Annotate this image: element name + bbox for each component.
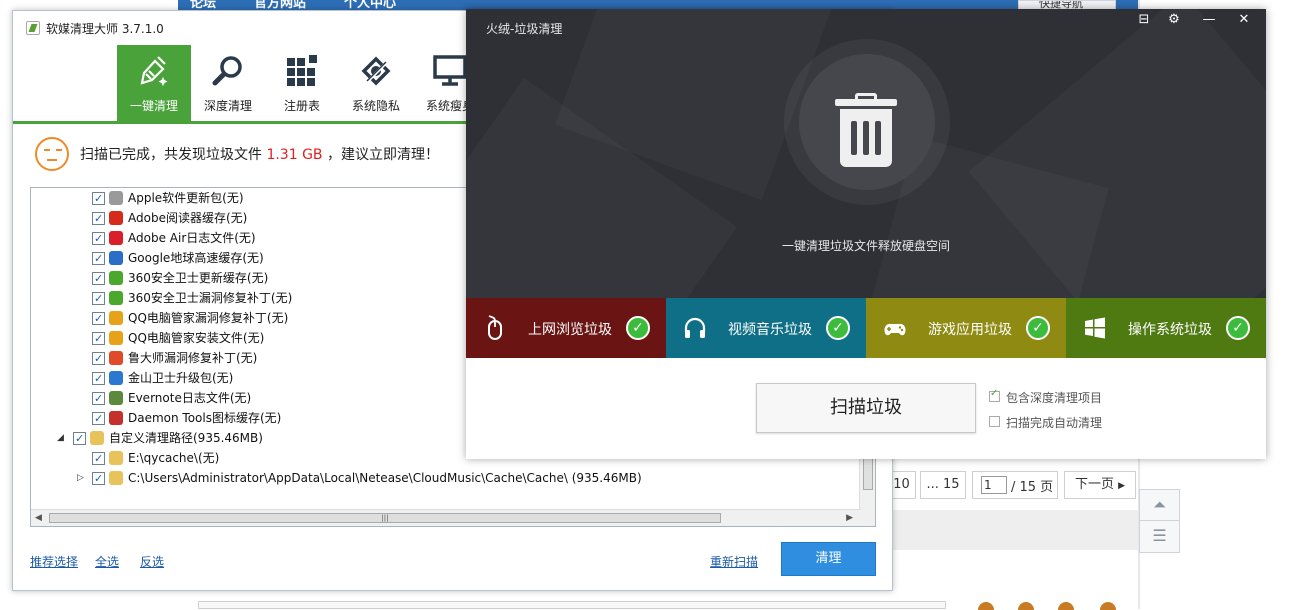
checkbox[interactable] [92,369,105,389]
mouse-icon [488,315,502,340]
next-page-button[interactable]: 下一页 ▶ [1064,471,1136,499]
bottom-toolbar [198,601,946,609]
clean-button[interactable]: 清理 [781,542,876,576]
scroll-left-icon[interactable]: ◀ [35,513,42,523]
daemon-tools-icon [109,411,123,425]
scrollbar-thumb[interactable] [863,458,873,490]
check-circle-icon: ✓ [1226,316,1250,340]
feedback-icon[interactable]: ⊟ [1136,12,1152,27]
360-icon [109,291,123,305]
horizontal-scrollbar[interactable]: ◀ ||| ▶ [31,509,861,526]
checkbox[interactable] [92,249,105,269]
checkbox[interactable] [92,309,105,329]
neutral-face-icon [35,137,69,171]
recommend-select-link[interactable]: 推荐选择 [30,553,78,570]
monitor-icon [433,55,467,86]
huorong-cleaner-window: 火绒-垃圾清理 ⊟ ⚙ — ✕ 一键清理垃圾文件释放硬盘空间 上网浏览垃圾 ✓ … [466,9,1266,459]
scan-junk-button[interactable]: 扫描垃圾 [756,383,976,433]
tool-registry[interactable]: 注册表 [265,45,339,121]
popup-header: 火绒-垃圾清理 ⊟ ⚙ — ✕ 一键清理垃圾文件释放硬盘空间 [466,9,1266,298]
checkbox[interactable] [92,469,105,489]
checkbox[interactable] [92,389,105,409]
adobe-reader-icon [109,211,123,225]
folder-icon [109,471,123,485]
broom-icon [140,56,168,86]
gray-bar [870,510,1138,550]
adobe-air-icon [109,231,123,245]
scan-status-text: 扫描已完成，共发现垃圾文件 1.31 GB ，建议立即清理！ [80,147,439,163]
qq-guard-icon [109,331,123,345]
checkbox[interactable] [92,449,105,469]
magnifier-icon [212,56,242,86]
vertical-scrollbar[interactable] [859,458,875,526]
kingsoft-shield-icon [109,371,123,385]
check-circle-icon: ✓ [1026,316,1050,340]
checkbox[interactable] [92,409,105,429]
checkbox[interactable] [92,269,105,289]
list-icon[interactable]: ☰ [1139,520,1180,553]
scroll-top-icon[interactable]: ⏶ [1139,489,1180,522]
check-circle-icon: ✓ [826,316,850,340]
tool-deep-clean[interactable]: 深度清理 [191,45,265,121]
folder-icon [109,451,123,465]
check-circle-icon: ✓ [626,316,650,340]
junk-size-value: 1.31 GB [266,147,323,163]
page-number-input[interactable]: 1 [981,476,1007,494]
pager-page-15[interactable]: ... 15 [920,471,966,499]
tree-item-custom-child[interactable]: ▷C:\Users\Administrator\AppData\Local\Ne… [31,468,861,489]
cleaner-title: 软媒清理大师 3.7.1.0 [46,22,164,36]
app-logo-icon [26,21,40,35]
minimize-icon[interactable]: — [1201,12,1217,27]
category-video-music[interactable]: 视频音乐垃圾 ✓ [666,298,866,358]
google-earth-icon [109,251,123,265]
popup-subtitle: 一键清理垃圾文件释放硬盘空间 [781,239,950,253]
checkbox[interactable] [989,416,1000,427]
checkbox[interactable] [92,329,105,349]
invert-select-link[interactable]: 反选 [140,553,164,570]
expand-arrow-icon[interactable]: ◢ [57,428,64,448]
registry-grid-icon [287,55,317,86]
category-game-apps[interactable]: 游戏应用垃圾 ✓ [866,298,1066,358]
checkbox[interactable] [73,429,86,449]
chevron-right-icon: ▶ [1118,481,1126,491]
360-icon [109,271,123,285]
gamepad-icon [884,323,906,336]
ludashi-icon [109,351,123,365]
tool-one-click-clean[interactable]: 一键清理 [117,45,191,121]
expand-arrow-icon[interactable]: ▷ [77,468,84,488]
scroll-right-icon[interactable]: ▶ [846,513,853,523]
apple-icon [109,191,123,205]
checkbox[interactable] [92,289,105,309]
tool-privacy[interactable]: 系统隐私 [339,45,413,121]
headphones-icon [684,317,706,338]
checkbox[interactable] [92,189,105,209]
rescan-link[interactable]: 重新扫描 [710,553,758,570]
popup-title: 火绒-垃圾清理 [486,22,563,36]
windows-icon [1085,317,1105,339]
close-icon[interactable]: ✕ [1236,12,1252,27]
qq-guard-icon [109,311,123,325]
gear-icon[interactable]: ⚙ [1166,12,1182,27]
scrollbar-thumb[interactable]: ||| [49,513,721,523]
checkbox[interactable] [989,388,1000,402]
folder-icon [90,431,104,445]
select-all-link[interactable]: 全选 [95,553,119,570]
category-web-browsing[interactable]: 上网浏览垃圾 ✓ [466,298,666,358]
checkbox[interactable] [92,209,105,229]
page-total-label: / 15 页 [1011,480,1054,495]
checkbox[interactable] [92,349,105,369]
category-operating-system[interactable]: 操作系统垃圾 ✓ [1066,298,1266,358]
privacy-shield-icon [361,56,391,86]
evernote-icon [109,391,123,405]
checkbox[interactable] [92,229,105,249]
